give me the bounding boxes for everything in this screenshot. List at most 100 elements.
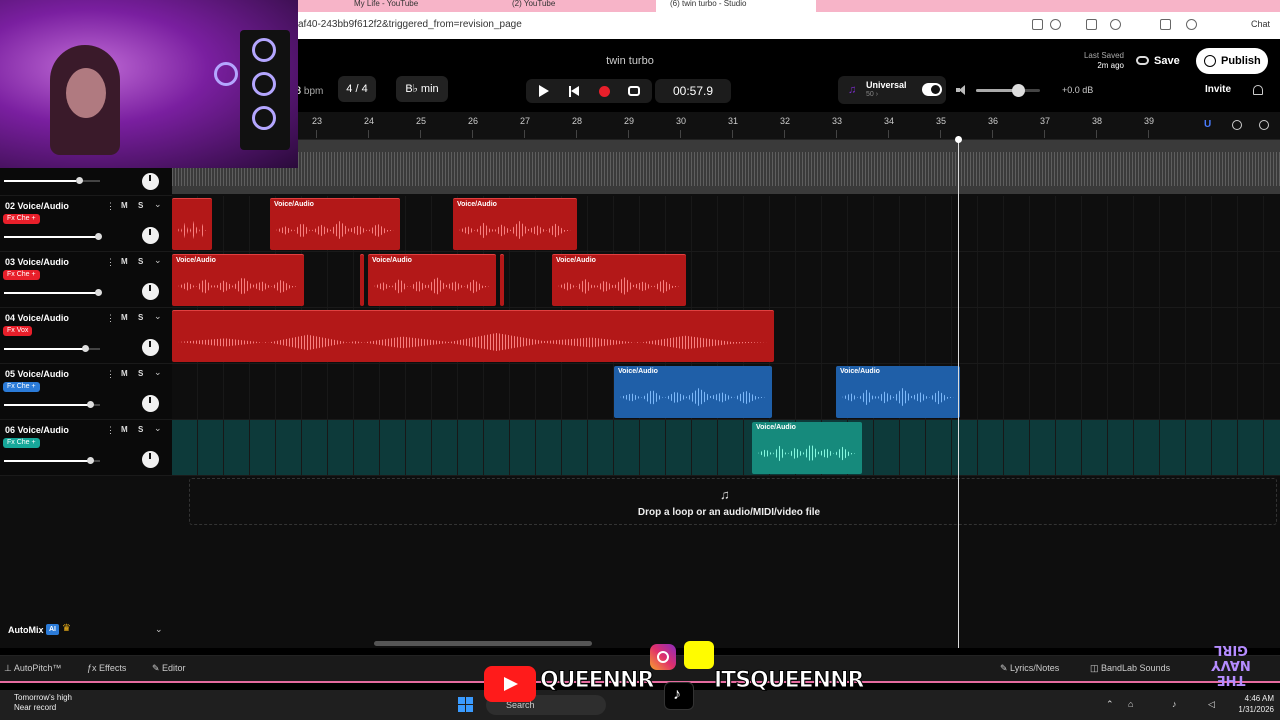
page-icon[interactable] xyxy=(1032,19,1043,30)
speaker-icon[interactable] xyxy=(956,85,968,95)
effects-button[interactable]: ƒx Effects xyxy=(87,663,126,673)
track-volume-slider[interactable] xyxy=(4,345,100,352)
rewind-button[interactable] xyxy=(566,83,582,99)
solo-button[interactable]: S xyxy=(138,425,143,434)
mic-icon[interactable]: ♪ xyxy=(1172,699,1177,709)
audio-clip[interactable] xyxy=(172,198,212,250)
audio-clip[interactable]: Voice/Audio xyxy=(368,254,496,306)
volume-icon[interactable]: ◁ xyxy=(1208,699,1215,710)
timeline-ruler[interactable]: 23 24 25 26 27 28 29 30 31 32 33 34 35 36 37 38 39 xyxy=(298,112,1280,140)
solo-button[interactable]: S xyxy=(138,313,143,322)
track-name[interactable]: 06 Voice/Audio xyxy=(5,425,69,435)
weather-widget[interactable]: Tomorrow's high Near record xyxy=(14,693,72,713)
track-lane[interactable] xyxy=(172,308,1280,364)
fx-chip[interactable]: Fx Vox xyxy=(3,326,33,336)
bandlab-sounds-button[interactable]: ◫ BandLab Sounds xyxy=(1090,663,1170,674)
bell-icon[interactable] xyxy=(1253,85,1263,95)
track-lane[interactable]: Voice/Audio xyxy=(172,420,1280,476)
track-volume-knob[interactable] xyxy=(95,233,103,240)
track-menu-icon[interactable]: ⋮ xyxy=(106,313,115,324)
loop-button[interactable] xyxy=(626,83,642,99)
audio-clip[interactable]: Voice/Audio xyxy=(270,198,400,250)
track-volume-knob[interactable] xyxy=(95,289,103,296)
tray-chevron-icon[interactable]: ⌃ xyxy=(1106,699,1114,710)
master-volume-knob[interactable] xyxy=(1012,84,1026,97)
track-header[interactable]: 03 Voice/Audio Fx Che + ⋮ M S ⌄ xyxy=(0,252,172,308)
editor-button[interactable]: ✎ Editor xyxy=(152,663,186,674)
browser-tab[interactable]: (2) YouTube xyxy=(498,0,648,12)
solo-button[interactable]: S xyxy=(138,369,143,378)
chevron-down-icon[interactable]: ⌄ xyxy=(154,255,162,266)
song-title[interactable]: twin turbo xyxy=(580,55,680,67)
mute-button[interactable]: M xyxy=(121,369,128,378)
track-volume-slider[interactable] xyxy=(4,401,100,408)
solo-button[interactable]: S xyxy=(138,257,143,266)
master-volume-slider[interactable] xyxy=(976,84,1040,97)
automix-row[interactable]: AutoMix AI ♛ ⌄ xyxy=(0,616,172,642)
mute-button[interactable]: M xyxy=(121,425,128,434)
autopitch-button[interactable]: ⊥ AutoPitch™ xyxy=(4,663,61,674)
record-button[interactable] xyxy=(596,83,612,99)
fx-chip[interactable]: Fx Che + xyxy=(3,214,40,224)
refresh-icon[interactable] xyxy=(1110,19,1121,30)
fx-chip[interactable]: Fx Che + xyxy=(3,270,40,280)
track-volume-slider[interactable] xyxy=(4,289,103,296)
audio-clip[interactable]: Voice/Audio xyxy=(752,422,862,474)
audio-clip[interactable]: Voice/Audio xyxy=(836,366,960,418)
zoom-in-icon[interactable] xyxy=(1259,120,1269,130)
favorites-icon[interactable] xyxy=(1160,19,1171,30)
zoom-out-icon[interactable] xyxy=(1232,120,1242,130)
pan-knob[interactable] xyxy=(142,227,159,244)
track-menu-icon[interactable]: ⋮ xyxy=(106,201,115,212)
audio-clip[interactable]: Voice/Audio xyxy=(614,366,772,418)
universal-mode[interactable]: ♫ Universal 50 › xyxy=(838,76,946,104)
drop-zone[interactable]: ♫ Drop a loop or an audio/MIDI/video fil… xyxy=(189,478,1277,525)
audio-clip[interactable]: Voice/Audio xyxy=(453,198,577,250)
pan-knob[interactable] xyxy=(142,451,159,468)
track-volume-knob[interactable] xyxy=(87,457,95,464)
track-name[interactable]: 03 Voice/Audio xyxy=(5,257,69,267)
profile-icon[interactable] xyxy=(1186,19,1197,30)
extension-icon[interactable] xyxy=(1086,19,1097,30)
taskbar-clock[interactable]: 4:46 AM 1/31/2026 xyxy=(1222,693,1274,715)
url-text[interactable]: af40-243bb9f612f2&triggered_from=revisio… xyxy=(298,19,522,30)
bpm-display[interactable]: 3 bpm xyxy=(295,85,323,97)
chat-button[interactable]: Chat xyxy=(1251,19,1270,29)
track-name[interactable]: 04 Voice/Audio xyxy=(5,313,69,323)
fx-chip[interactable]: Fx Che + xyxy=(3,438,40,448)
track-menu-icon[interactable]: ⋮ xyxy=(106,425,115,436)
mute-button[interactable]: M xyxy=(121,257,128,266)
track-volume-slider[interactable] xyxy=(4,233,103,240)
audio-clip[interactable]: Voice/Audio xyxy=(172,254,304,306)
pan-knob[interactable] xyxy=(142,339,159,356)
master-pan-knob[interactable] xyxy=(142,173,159,190)
chevron-down-icon[interactable]: ⌄ xyxy=(154,367,162,378)
track-header[interactable]: 04 Voice/Audio Fx Vox ⋮ M S ⌄ xyxy=(0,308,172,364)
track-header[interactable]: 02 Voice/Audio Fx Che + ⋮ M S ⌄ xyxy=(0,196,172,252)
chevron-down-icon[interactable]: ⌄ xyxy=(154,199,162,210)
browser-tab-active[interactable]: (6) twin turbo - Studio xyxy=(656,0,816,12)
audio-clip[interactable] xyxy=(500,254,504,306)
network-icon[interactable]: ⌂ xyxy=(1128,699,1133,709)
track-menu-icon[interactable]: ⋮ xyxy=(106,369,115,380)
track-lane[interactable]: Voice/Audio Voice/Audio xyxy=(172,364,1280,420)
play-button[interactable] xyxy=(536,83,552,99)
track-lane[interactable]: Voice/Audio Voice/Audio xyxy=(172,196,1280,252)
master-track-knob[interactable] xyxy=(76,177,83,184)
master-track-slider[interactable] xyxy=(4,177,100,184)
browser-tab[interactable]: My Life - YouTube xyxy=(340,0,490,12)
chevron-down-icon[interactable]: ⌄ xyxy=(155,624,163,635)
solo-button[interactable]: S xyxy=(138,201,143,210)
chevron-down-icon[interactable]: ⌄ xyxy=(154,423,162,434)
playhead[interactable] xyxy=(955,136,962,648)
save-button[interactable]: Save xyxy=(1132,49,1188,73)
track-lane[interactable]: Voice/Audio Voice/Audio Voice/Audio xyxy=(172,252,1280,308)
time-signature-button[interactable]: 4 / 4 xyxy=(338,76,376,102)
audio-clip[interactable] xyxy=(172,310,774,362)
star-icon[interactable] xyxy=(1050,19,1061,30)
track-volume-slider[interactable] xyxy=(4,457,100,464)
audio-clip[interactable]: Voice/Audio xyxy=(552,254,686,306)
lyrics-button[interactable]: ✎ Lyrics/Notes xyxy=(1000,663,1059,674)
master-lane[interactable] xyxy=(172,140,1280,194)
track-header[interactable]: 06 Voice/Audio Fx Che + ⋮ M S ⌄ xyxy=(0,420,172,476)
